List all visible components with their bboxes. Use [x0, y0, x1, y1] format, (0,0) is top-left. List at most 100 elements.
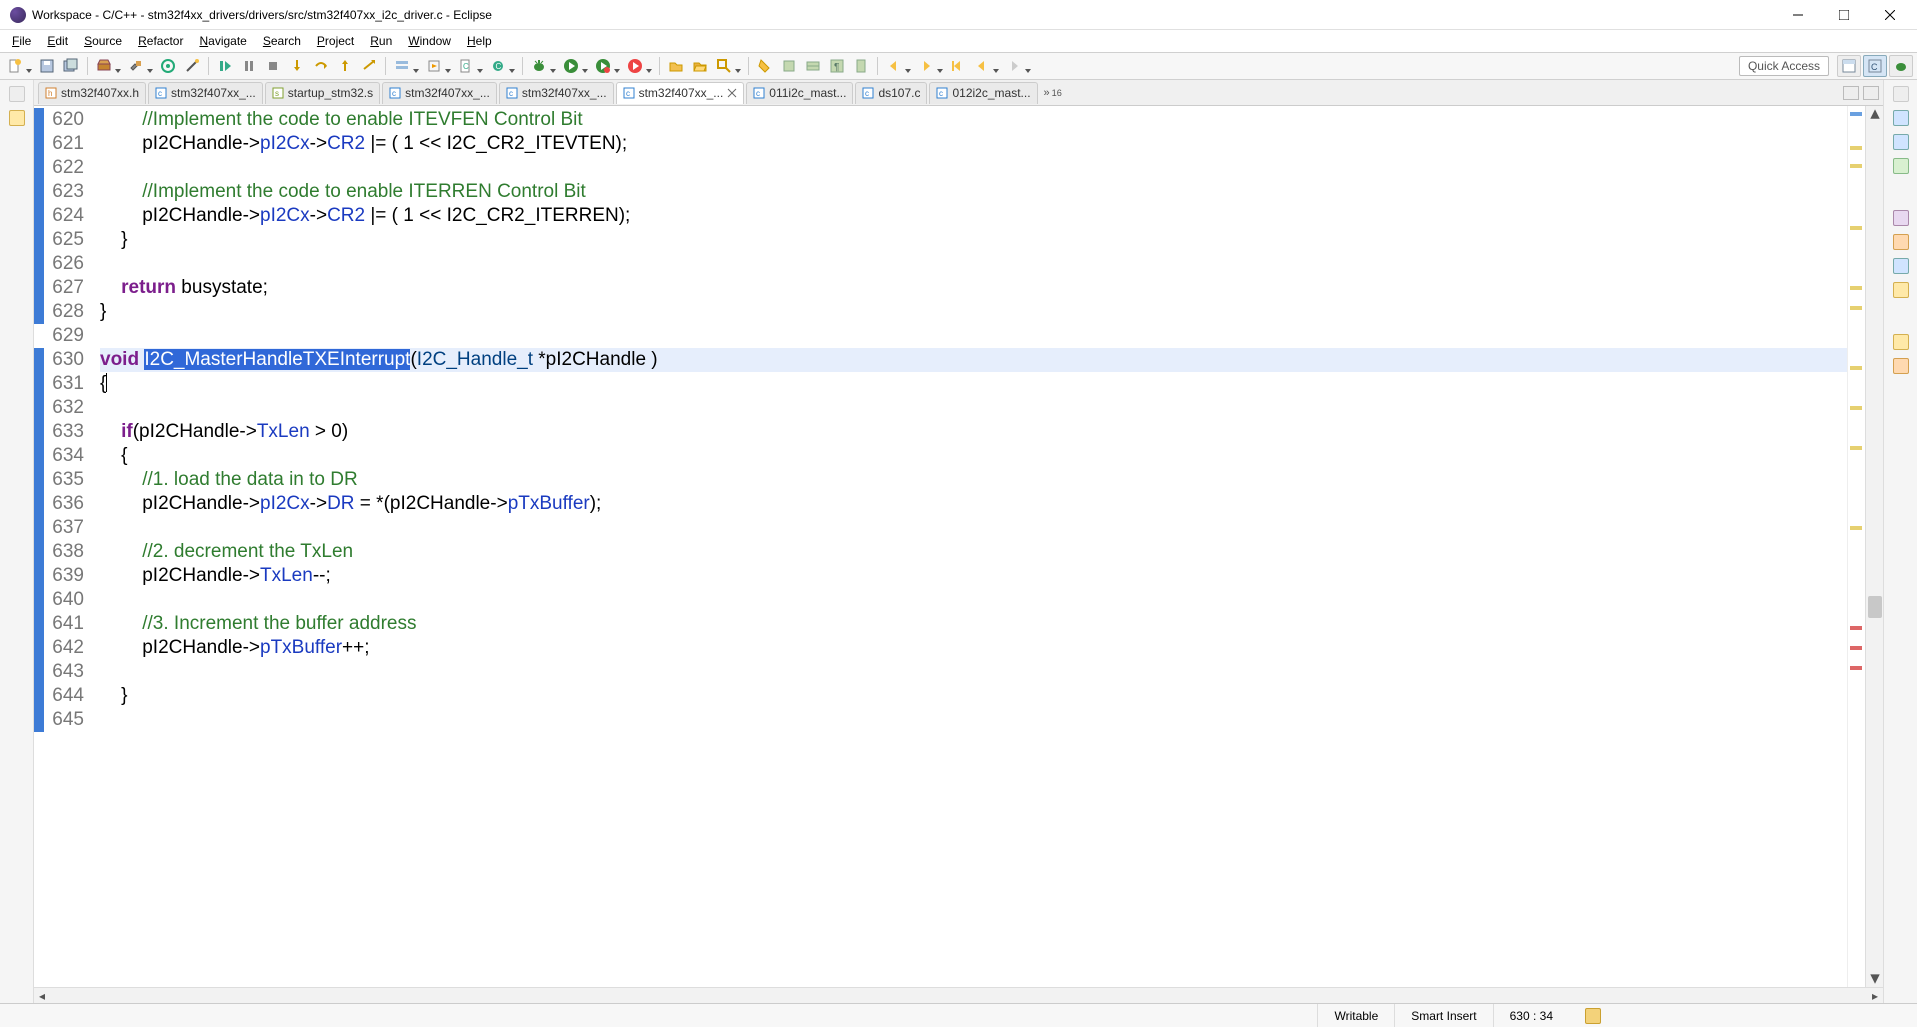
search-button[interactable]	[713, 55, 743, 77]
tab-label: startup_stm32.s	[288, 86, 373, 100]
search-view-icon[interactable]	[1893, 334, 1909, 350]
c-perspective-button[interactable]: C	[1863, 55, 1887, 77]
wand-button[interactable]	[181, 55, 203, 77]
code-editor[interactable]: 6206216226236246256266276286296306316326…	[34, 106, 1883, 987]
tab-label: stm32f407xx_...	[639, 86, 724, 100]
build-button[interactable]	[93, 55, 123, 77]
svg-text:c: c	[158, 89, 162, 98]
scroll-thumb[interactable]	[1868, 596, 1882, 618]
code-content[interactable]: //Implement the code to enable ITEVFEN C…	[92, 106, 1847, 987]
editor-tabs: hstm32f407xx.h c stm32f407xx_... s startup_s…	[34, 80, 1883, 106]
toggle-rect-button[interactable]	[778, 55, 800, 77]
next-edit-button[interactable]	[915, 55, 945, 77]
menu-window[interactable]: Window	[400, 32, 459, 50]
menu-help[interactable]: Help	[459, 32, 500, 50]
tab-label: 011i2c_mast...	[769, 86, 846, 100]
editor-tab[interactable]: cstm32f407xx_...	[499, 82, 614, 104]
editor-tab[interactable]: cds107.c	[855, 82, 927, 104]
scroll-left-arrow[interactable]: ◂	[34, 988, 50, 1004]
tasks-icon[interactable]	[1893, 234, 1909, 250]
forward-button[interactable]	[1003, 55, 1033, 77]
maximize-button[interactable]	[1821, 0, 1867, 30]
build-config-button[interactable]	[125, 55, 155, 77]
save-all-button[interactable]	[60, 55, 82, 77]
toggle-trace-button[interactable]	[391, 55, 421, 77]
problems-icon[interactable]	[1893, 210, 1909, 226]
menu-navigate[interactable]: Navigate	[191, 32, 254, 50]
menu-edit[interactable]: Edit	[39, 32, 76, 50]
save-button[interactable]	[36, 55, 58, 77]
maximize-view-button[interactable]	[1863, 86, 1879, 100]
properties-icon[interactable]	[1893, 282, 1909, 298]
call-hierarchy-icon[interactable]	[1893, 358, 1909, 374]
prev-edit-button[interactable]	[883, 55, 913, 77]
debug-button[interactable]	[528, 55, 558, 77]
menu-file[interactable]: File	[4, 32, 39, 50]
scroll-down-arrow[interactable]: ▾	[1866, 971, 1884, 987]
toggle-block-button[interactable]	[802, 55, 824, 77]
tab-label: stm32f407xx_...	[405, 86, 490, 100]
make-target-icon[interactable]	[1893, 158, 1909, 174]
editor-tab[interactable]: c012i2c_mast...	[929, 82, 1037, 104]
outline-icon[interactable]	[1893, 110, 1909, 126]
menu-search[interactable]: Search	[255, 32, 309, 50]
open-perspective-button[interactable]	[1837, 55, 1861, 77]
open-project-button[interactable]	[665, 55, 687, 77]
debug-pause-button[interactable]	[238, 55, 260, 77]
editor-tab[interactable]: hstm32f407xx.h	[38, 82, 146, 104]
tab-label: stm32f407xx_...	[522, 86, 607, 100]
build-target-button[interactable]	[157, 55, 179, 77]
new-class-button[interactable]: C	[487, 55, 517, 77]
svg-text:s: s	[275, 89, 279, 98]
open-type-button[interactable]: C	[455, 55, 485, 77]
vertical-scrollbar[interactable]: ▴ ▾	[1865, 106, 1883, 987]
run-button[interactable]	[560, 55, 590, 77]
quick-access-field[interactable]: Quick Access	[1739, 56, 1829, 76]
minimize-button[interactable]	[1775, 0, 1821, 30]
editor-tab[interactable]: cstm32f407xx_...	[382, 82, 497, 104]
scroll-up-arrow[interactable]: ▴	[1866, 106, 1884, 122]
tab-close-icon[interactable]	[727, 88, 737, 98]
svg-text:¶: ¶	[834, 62, 839, 73]
horizontal-scrollbar[interactable]: ◂ ▸	[34, 987, 1883, 1003]
toggle-breadcrumb-button[interactable]	[850, 55, 872, 77]
svg-text:c: c	[626, 89, 630, 98]
step-into-button[interactable]	[286, 55, 308, 77]
task-list-icon[interactable]	[1893, 134, 1909, 150]
menu-project[interactable]: Project	[309, 32, 362, 50]
mark-button[interactable]	[754, 55, 776, 77]
project-explorer-icon[interactable]	[9, 110, 25, 126]
debug-stop-button[interactable]	[262, 55, 284, 77]
minimize-view-button[interactable]	[1843, 86, 1859, 100]
back-button[interactable]	[971, 55, 1001, 77]
editor-tab[interactable]: c 011i2c_mast...	[746, 82, 853, 104]
debug-perspective-button[interactable]	[1889, 55, 1913, 77]
instr-step-button[interactable]	[358, 55, 380, 77]
tab-overflow[interactable]: »16	[1044, 87, 1062, 99]
editor-tab[interactable]: cstm32f407xx_...	[148, 82, 263, 104]
svg-text:c: c	[939, 89, 943, 98]
editor-tab[interactable]: s startup_stm32.s	[265, 82, 380, 104]
step-over-button[interactable]	[310, 55, 332, 77]
ext-tools-button[interactable]	[624, 55, 654, 77]
step-return-button[interactable]	[334, 55, 356, 77]
close-button[interactable]	[1867, 0, 1913, 30]
editor-tab[interactable]: c stm32f407xx_...	[616, 82, 745, 104]
debug-resume-button[interactable]	[214, 55, 236, 77]
svg-text:c: c	[756, 89, 760, 98]
restore-icon[interactable]	[9, 86, 25, 102]
restore-right-icon[interactable]	[1893, 86, 1909, 102]
toggle-ws-button[interactable]: ¶	[826, 55, 848, 77]
svg-text:C: C	[1871, 62, 1878, 72]
overview-ruler[interactable]	[1847, 106, 1865, 987]
next-annotation-button[interactable]	[423, 55, 453, 77]
status-build-icon[interactable]	[1585, 1008, 1601, 1024]
run-last-button[interactable]	[592, 55, 622, 77]
new-button[interactable]	[4, 55, 34, 77]
menu-run[interactable]: Run	[362, 32, 400, 50]
menu-source[interactable]: Source	[76, 32, 130, 50]
menu-refactor[interactable]: Refactor	[130, 32, 191, 50]
last-edit-button[interactable]	[947, 55, 969, 77]
open-folder-button[interactable]	[689, 55, 711, 77]
console-icon[interactable]	[1893, 258, 1909, 274]
